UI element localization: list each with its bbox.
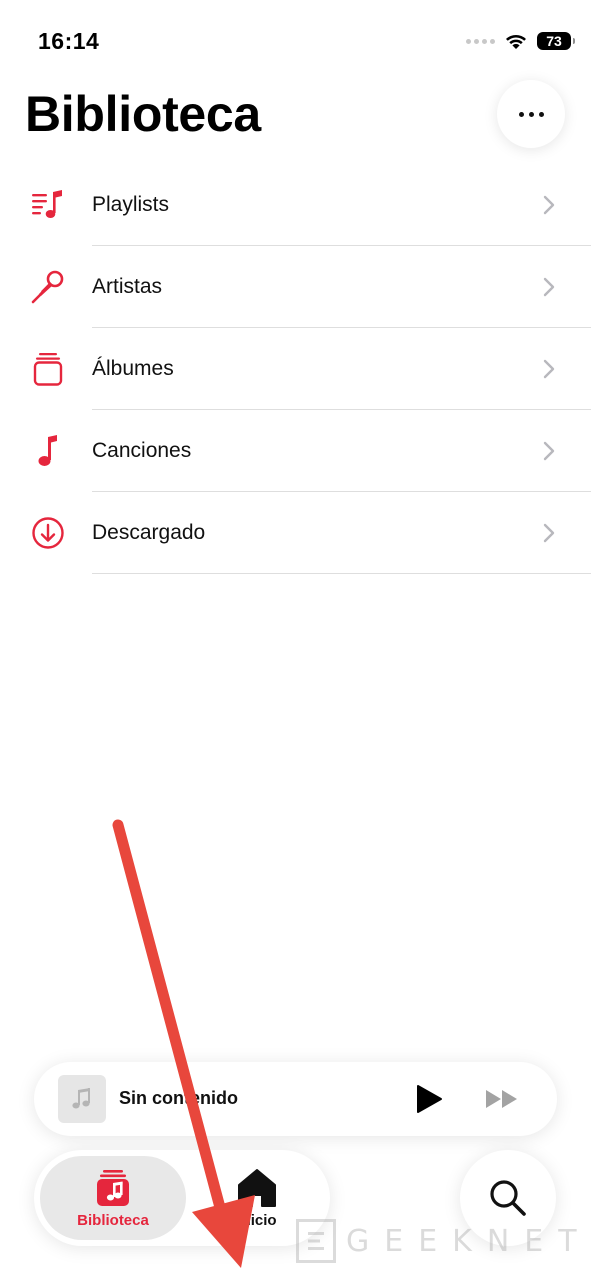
music-note-icon xyxy=(72,1088,90,1109)
chevron-right-icon xyxy=(543,441,555,461)
library-item-label: Descargado xyxy=(92,521,206,544)
now-playing-title: Sin contenido xyxy=(119,1088,238,1108)
music-note-icon xyxy=(31,434,65,468)
album-stack-icon xyxy=(31,352,65,386)
library-item-label: Álbumes xyxy=(92,357,174,380)
playlist-icon xyxy=(31,188,65,222)
play-icon[interactable] xyxy=(414,1084,444,1114)
tab-label: Biblioteca xyxy=(77,1212,149,1229)
library-item-descargado[interactable]: Descargado xyxy=(0,492,591,574)
dot-icon xyxy=(538,111,544,117)
mini-player[interactable]: Sin contenido xyxy=(34,1062,557,1136)
microphone-icon xyxy=(31,270,65,304)
home-icon xyxy=(238,1169,276,1207)
library-item-label: Playlists xyxy=(92,193,170,216)
status-icons: 73 xyxy=(466,32,575,50)
library-item-playlists[interactable]: Playlists xyxy=(0,164,591,246)
wifi-icon xyxy=(506,34,526,49)
library-icon xyxy=(97,1170,129,1206)
watermark-logo-icon xyxy=(296,1219,336,1263)
search-icon xyxy=(490,1180,526,1216)
dot-icon xyxy=(518,111,524,117)
fast-forward-icon[interactable] xyxy=(484,1088,520,1110)
library-item-label: Artistas xyxy=(92,275,163,298)
status-bar: 16:14 73 xyxy=(0,0,591,86)
tab-bar: Biblioteca Inicio xyxy=(34,1150,330,1246)
library-item-artistas[interactable]: Artistas xyxy=(0,246,591,328)
watermark: GEEKNETIC xyxy=(296,1216,591,1266)
chevron-right-icon xyxy=(543,277,555,297)
download-circle-icon xyxy=(31,516,65,550)
artwork-placeholder xyxy=(58,1075,106,1123)
watermark-text: GEEKNETIC xyxy=(346,1223,591,1259)
dot-icon xyxy=(528,111,534,117)
library-item-albumes[interactable]: Álbumes xyxy=(0,328,591,410)
library-item-label: Canciones xyxy=(92,439,192,462)
status-time: 16:14 xyxy=(38,28,100,54)
divider xyxy=(92,573,591,574)
more-options-button[interactable] xyxy=(497,80,565,148)
page-title: Biblioteca xyxy=(25,86,261,142)
library-list: Playlists Artistas Álbumes Canciones Des… xyxy=(0,164,591,574)
signal-icon xyxy=(466,38,495,44)
battery-indicator: 73 xyxy=(537,32,575,50)
chevron-right-icon xyxy=(543,195,555,215)
chevron-right-icon xyxy=(543,523,555,543)
tab-biblioteca[interactable]: Biblioteca xyxy=(40,1156,186,1240)
chevron-right-icon xyxy=(543,359,555,379)
library-item-canciones[interactable]: Canciones xyxy=(0,410,591,492)
